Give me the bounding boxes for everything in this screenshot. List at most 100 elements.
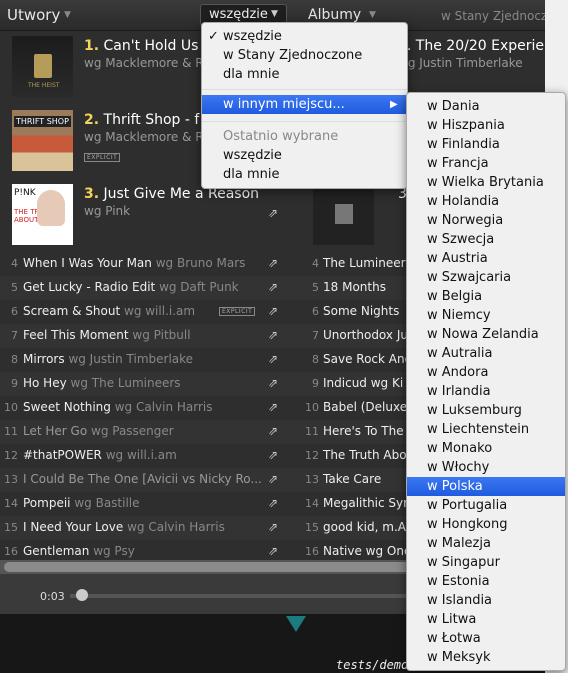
share-icon[interactable]: ⇗ <box>268 544 278 558</box>
album-number: 14 <box>305 497 319 510</box>
album-title[interactable]: The Lumineers <box>323 256 412 270</box>
country-item[interactable]: w Autralia <box>407 344 565 363</box>
share-icon[interactable]: ⇗ <box>268 352 278 366</box>
menu-item-other-location[interactable]: w innym miejscu... ▶ <box>202 95 407 114</box>
share-icon[interactable]: ⇗ <box>268 280 278 294</box>
country-item[interactable]: w Hongkong <box>407 515 565 534</box>
seek-track[interactable] <box>70 594 410 598</box>
tab-albums[interactable]: Albumy <box>308 7 361 23</box>
track-title: Get Lucky - Radio Edit wg Daft Punk <box>23 280 239 294</box>
track-number: 5 <box>11 281 18 294</box>
country-item[interactable]: w Litwa <box>407 610 565 629</box>
checkmark-icon: ✓ <box>208 29 219 44</box>
album-title[interactable]: Some Nights <box>323 304 399 318</box>
menu-item-recent-everywhere[interactable]: wszędzie <box>202 146 407 165</box>
share-icon[interactable]: ⇗ <box>268 400 278 414</box>
country-item[interactable]: w Norwegia <box>407 211 565 230</box>
elapsed-time: 0:03 <box>40 590 65 603</box>
terminal-text: tests/demo/ <box>336 658 416 672</box>
country-item[interactable]: w Singapur <box>407 553 565 572</box>
submenu-arrow-icon: ▶ <box>390 99 398 110</box>
country-item[interactable]: w Szwecja <box>407 230 565 249</box>
track-number: 13 <box>4 473 18 486</box>
country-item[interactable]: w Belgia <box>407 287 565 306</box>
share-icon[interactable]: ⇗ <box>268 496 278 510</box>
album-title[interactable]: Megalithic Sym <box>323 496 415 510</box>
track-number: 16 <box>4 545 18 558</box>
album-number: 9 <box>312 377 319 390</box>
country-item[interactable]: w Łotwa <box>407 629 565 648</box>
menu-item-usa[interactable]: w Stany Zjednoczone <box>202 46 407 65</box>
country-item[interactable]: w Portugalia <box>407 496 565 515</box>
tracks-caret-icon[interactable]: ▼ <box>64 10 71 20</box>
menu-item-everywhere[interactable]: ✓ wszędzie <box>202 27 407 46</box>
country-item[interactable]: w Włochy <box>407 458 565 477</box>
track-number: 7 <box>11 329 18 342</box>
country-item[interactable]: w Islandia <box>407 591 565 610</box>
album-artist[interactable]: wg Justin Timberlake <box>398 56 523 70</box>
country-item[interactable]: w Meksyk <box>407 648 565 667</box>
tab-tracks[interactable]: Utwory <box>7 6 60 24</box>
country-item[interactable]: w Irlandia <box>407 382 565 401</box>
album-cover: THRIFT SHOP <box>12 110 73 171</box>
album-number: 16 <box>305 545 319 558</box>
country-item[interactable]: w Malezja <box>407 534 565 553</box>
track-artist[interactable]: wg Macklemore & Ry <box>84 130 210 144</box>
country-item[interactable]: w Holandia <box>407 192 565 211</box>
country-item[interactable]: w Hiszpania <box>407 116 565 135</box>
share-icon[interactable]: ⇗ <box>268 448 278 462</box>
menu-separator <box>202 121 407 122</box>
album-title[interactable]: Babel (Deluxe <box>323 400 407 414</box>
album-title[interactable]: Native wg One <box>323 544 411 558</box>
seek-knob[interactable] <box>76 589 88 601</box>
country-item[interactable]: w Francja <box>407 154 565 173</box>
share-icon[interactable]: ⇗ <box>268 304 278 318</box>
track-number: 12 <box>4 449 18 462</box>
country-item[interactable]: w Finlandia <box>407 135 565 154</box>
track-title: When I Was Your Man wg Bruno Mars <box>23 256 246 270</box>
country-item[interactable]: w Nowa Zelandia <box>407 325 565 344</box>
cover-art <box>335 204 353 224</box>
country-item[interactable]: w Monako <box>407 439 565 458</box>
country-item[interactable]: w Polska <box>407 477 565 496</box>
track-number: 9 <box>11 377 18 390</box>
country-item[interactable]: w Luksemburg <box>407 401 565 420</box>
share-icon[interactable]: ⇗ <box>268 520 278 534</box>
album-title[interactable]: Indicud wg Ki <box>323 376 403 390</box>
country-item[interactable]: w Andora <box>407 363 565 382</box>
track-artist[interactable]: wg Pink <box>84 204 130 218</box>
share-icon[interactable]: ⇗ <box>268 328 278 342</box>
menu-item-recent-for-me[interactable]: dla mnie <box>202 165 407 184</box>
country-item[interactable]: w Austria <box>407 249 565 268</box>
album-title[interactable]: Unorthodox Ju <box>323 328 408 342</box>
albums-caret-icon[interactable]: ▼ <box>369 10 376 20</box>
country-item[interactable]: w Liechtenstein <box>407 420 565 439</box>
track-title: 1. Can't Hold Us - f <box>84 38 218 54</box>
track-artist[interactable]: wg Macklemore & Ry <box>84 56 210 70</box>
share-icon[interactable]: ⇗ <box>268 472 278 486</box>
top-track-3[interactable]: P!NK THE TRUTH ABOUT LOVE 3. Just Give M… <box>0 182 300 254</box>
country-item[interactable]: w Estonia <box>407 572 565 591</box>
location-select-value: wszędzie <box>209 7 268 22</box>
share-icon[interactable]: ⇗ <box>268 206 278 220</box>
share-icon[interactable]: ⇗ <box>268 424 278 438</box>
album-title[interactable]: 18 Months <box>323 280 386 294</box>
track-title: Scream & Shout wg will.i.am <box>23 304 196 318</box>
album-title[interactable]: Save Rock And <box>323 352 412 366</box>
album-title[interactable]: The Truth Abo <box>323 448 407 462</box>
country-item[interactable]: w Niemcy <box>407 306 565 325</box>
album-title[interactable]: good kid, m.A. <box>323 520 410 534</box>
country-item[interactable]: w Szwajcaria <box>407 268 565 287</box>
album-cover: THE HEIST <box>12 36 73 97</box>
share-icon[interactable]: ⇗ <box>268 376 278 390</box>
track-title: I Need Your Love wg Calvin Harris <box>23 520 225 534</box>
album-title[interactable]: Take Care <box>323 472 381 486</box>
album-number: 8 <box>312 353 319 366</box>
track-number: 4 <box>11 257 18 270</box>
track-title: #thatPOWER wg will.i.am <box>23 448 177 462</box>
country-item[interactable]: w Dania <box>407 97 565 116</box>
menu-item-for-me[interactable]: dla mnie <box>202 65 407 84</box>
share-icon[interactable]: ⇗ <box>268 256 278 270</box>
country-item[interactable]: w Wielka Brytania <box>407 173 565 192</box>
album-title[interactable]: Here's To The <box>323 424 404 438</box>
